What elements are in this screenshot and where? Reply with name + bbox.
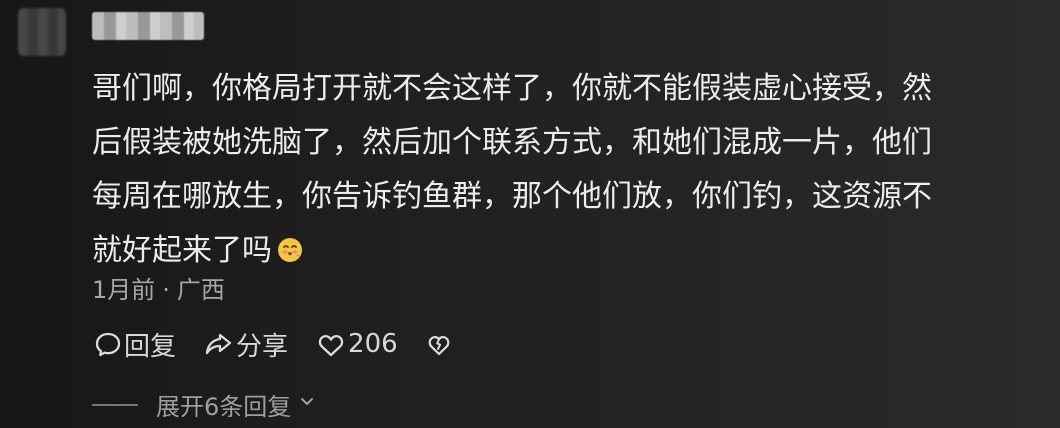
- chevron-down-icon: [296, 391, 318, 419]
- comment-line: 每周在哪放生，你告诉钓鱼群，那个他们放，你们钓，这资源不: [92, 179, 932, 214]
- share-label: 分享: [236, 331, 289, 362]
- expand-replies-button[interactable]: 展开6条回复: [92, 387, 318, 422]
- reply-button[interactable]: 回复: [92, 326, 176, 363]
- dislike-button[interactable]: [424, 329, 454, 359]
- comment-icon: [92, 328, 124, 360]
- reply-label: 回复: [124, 331, 177, 362]
- meta-separator: ·: [162, 276, 170, 304]
- comment-actions: 回复 分享 206: [92, 326, 480, 362]
- comment-line: 就好起来了吗: [92, 233, 272, 268]
- divider-line: [92, 403, 138, 406]
- comment-text: 哥们啊，你格局打开就不会这样了，你就不能假装虚心接受，然 后假装被她洗脑了，然后…: [92, 62, 1042, 278]
- like-count: 206: [348, 329, 398, 359]
- share-button[interactable]: 分享: [202, 326, 288, 363]
- comment-card: 哥们啊，你格局打开就不会这样了，你就不能假装虚心接受，然 后假装被她洗脑了，然后…: [0, 0, 1060, 428]
- share-icon: [202, 328, 236, 360]
- comment-time: 1月前: [92, 276, 156, 304]
- heart-icon: [314, 328, 348, 360]
- comment-meta: 1月前 · 广西: [92, 270, 225, 305]
- avatar[interactable]: [18, 8, 66, 56]
- expand-replies-label: 展开6条回复: [156, 393, 292, 421]
- like-button[interactable]: 206: [314, 328, 398, 360]
- broken-heart-icon: [424, 329, 454, 359]
- comment-location: 广西: [176, 276, 225, 304]
- comment-line: 后假装被她洗脑了，然后加个联系方式，和她们混成一片，他们: [92, 125, 932, 160]
- blush-emoji-icon: [276, 228, 304, 262]
- comment-line: 哥们啊，你格局打开就不会这样了，你就不能假装虚心接受，然: [92, 71, 932, 106]
- username[interactable]: [92, 12, 204, 40]
